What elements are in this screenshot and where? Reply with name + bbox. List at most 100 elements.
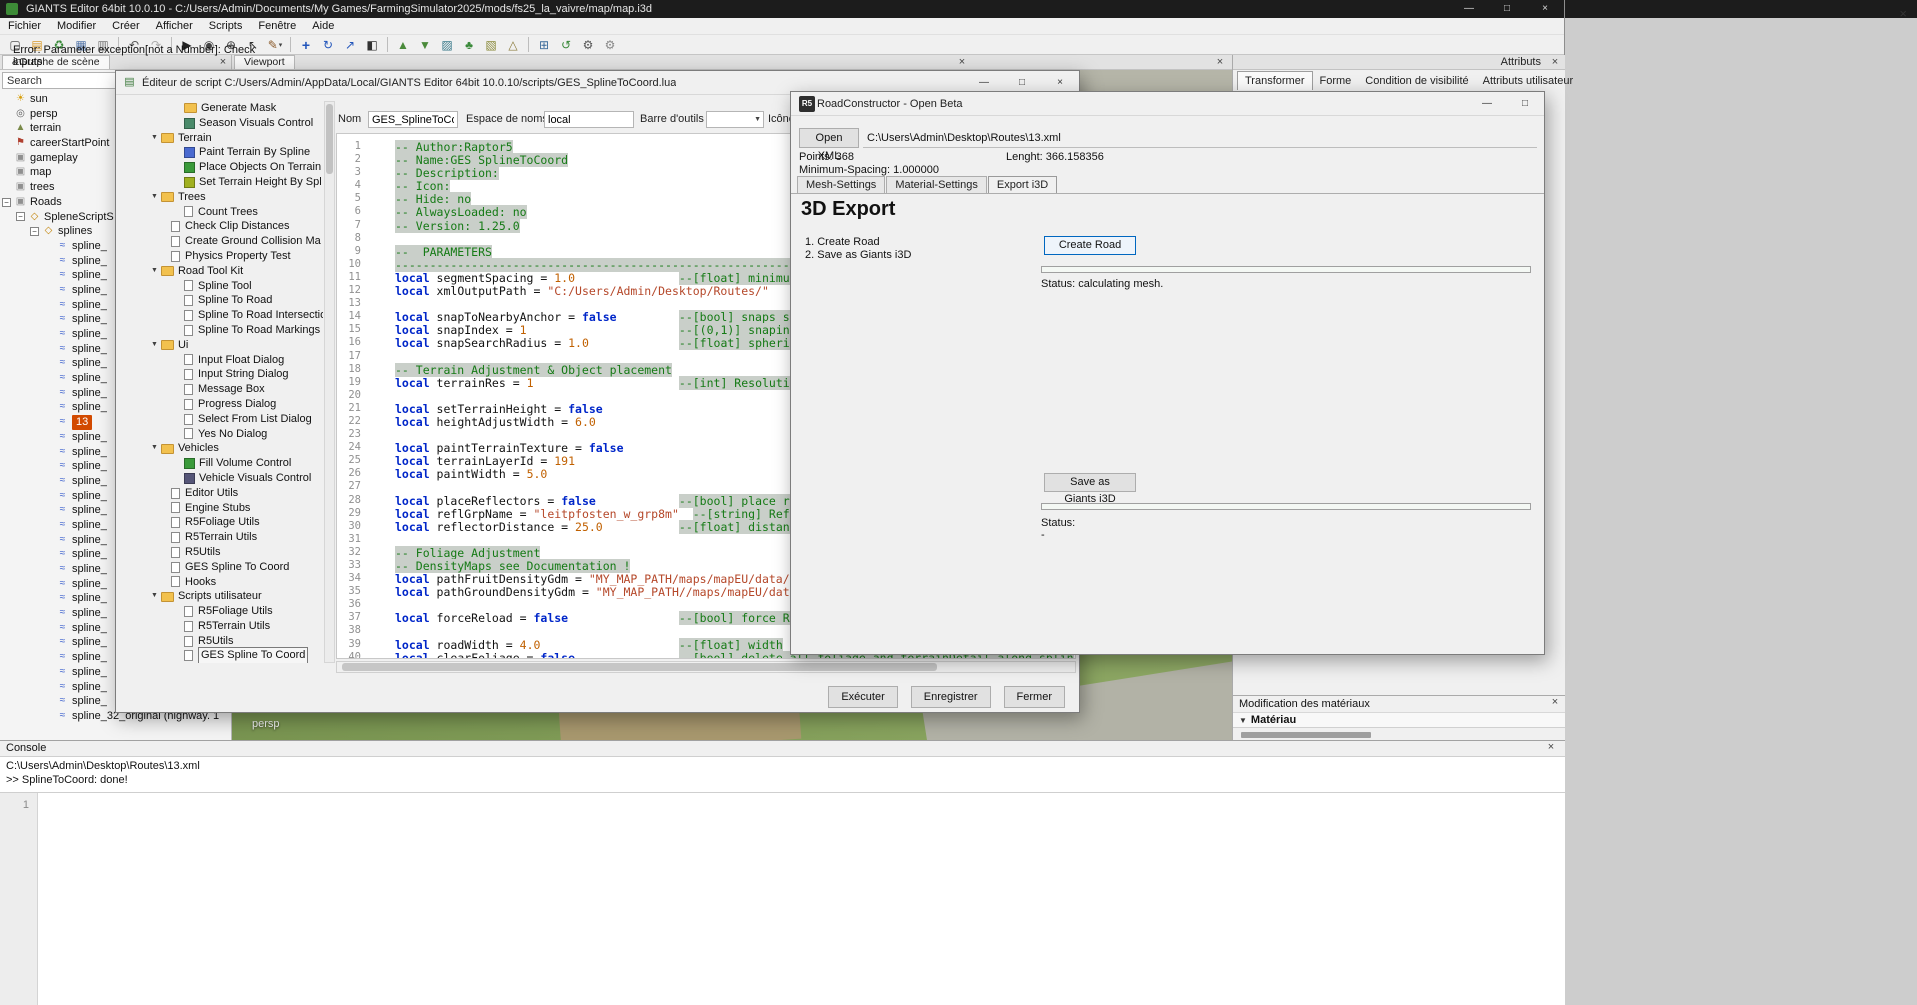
script-tree-item[interactable]: Yes No Dialog [121, 427, 323, 442]
toolbar-dropdown[interactable]: ▼ [706, 111, 764, 128]
close-icon[interactable]: × [1545, 741, 1557, 753]
script-tree-item[interactable]: Set Terrain Height By Spl [121, 175, 323, 190]
tab-attributs-utilisateur[interactable]: Attributs utilisateur [1476, 72, 1580, 90]
script-tree-item[interactable]: R5Foliage Utils [121, 604, 323, 619]
script-tree-item[interactable]: ▼Vehicles [121, 441, 323, 456]
menu-aide[interactable]: Aide [304, 18, 342, 35]
window-titlebar[interactable]: GIANTS Editor 64bit 10.0.10 - C:/Users/A… [0, 0, 1564, 18]
script-tree-item[interactable]: ▼Trees [121, 190, 323, 205]
script-tree-scrollbar[interactable] [324, 101, 335, 663]
tab-forme[interactable]: Forme [1313, 72, 1359, 90]
script-tree-item[interactable]: Generate Mask [121, 101, 323, 116]
material-section-header[interactable]: ▼Matériau [1233, 712, 1565, 728]
terrain-paint-icon[interactable]: ▨ [437, 36, 457, 54]
info-layer-icon[interactable]: ⊞ [534, 36, 554, 54]
fermer-button[interactable]: Fermer [1004, 686, 1065, 708]
expanded-arrow-icon[interactable]: ▼ [151, 441, 158, 456]
script-tree-item[interactable]: R5Utils [121, 634, 323, 649]
menu-fichier[interactable]: Fichier [0, 18, 49, 35]
script-tree-item[interactable]: Hooks [121, 575, 323, 590]
rotate-tool-icon[interactable]: ↻ [318, 36, 338, 54]
local-global-toggle-icon[interactable]: ◧ [362, 36, 382, 54]
script-tree-item[interactable]: ▼Road Tool Kit [121, 264, 323, 279]
minimize-icon[interactable]: — [1468, 92, 1506, 116]
script-tree-item[interactable]: Editor Utils [121, 486, 323, 501]
console-input-area[interactable]: 1 [0, 793, 1565, 1005]
scale-tool-icon[interactable]: ↗ [340, 36, 360, 54]
script-tree-item[interactable]: Physics Property Test [121, 249, 323, 264]
create-road-button[interactable]: Create Road [1044, 236, 1136, 255]
script-tree-item[interactable]: R5Utils [121, 545, 323, 560]
chevron-down-icon[interactable]: ▾ [279, 41, 283, 49]
script-tree-item[interactable]: ▼Scripts utilisateur [121, 589, 323, 604]
namespace-field[interactable] [544, 111, 634, 128]
menu-scripts[interactable]: Scripts [201, 18, 251, 35]
expanded-arrow-icon[interactable]: ▼ [151, 190, 158, 205]
executer-button[interactable]: Exécuter [828, 686, 897, 708]
foliage-paint-icon[interactable]: ♣ [459, 36, 479, 54]
terrain-height-icon[interactable]: △ [503, 36, 523, 54]
script-tree-item[interactable]: Spline To Road Intersection [121, 308, 323, 323]
road-constructor-titlebar[interactable]: R5 RoadConstructor - Open Beta — □ [791, 92, 1544, 116]
script-tree-item[interactable]: GES Spline To Coord [121, 560, 323, 575]
script-tree-item[interactable]: R5Terrain Utils [121, 619, 323, 634]
script-tree-item[interactable]: ▼Terrain [121, 131, 323, 146]
script-tree-item[interactable]: GES Spline To Coord [121, 648, 323, 663]
script-tree-item[interactable]: Create Ground Collision Ma [121, 234, 323, 249]
menu-fenetre[interactable]: Fenêtre [250, 18, 304, 35]
script-tree-item[interactable]: R5Terrain Utils [121, 530, 323, 545]
expanded-arrow-icon[interactable]: ▼ [151, 264, 158, 279]
script-tree-item[interactable]: Spline To Road Markings [121, 323, 323, 338]
script-tree-item[interactable]: Engine Stubs [121, 501, 323, 516]
script-tree-item[interactable]: Input Float Dialog [121, 353, 323, 368]
expanded-arrow-icon[interactable]: ▼ [151, 589, 158, 604]
script-tree-item[interactable]: Paint Terrain By Spline [121, 145, 323, 160]
script-tree-item[interactable]: Message Box [121, 382, 323, 397]
enregistrer-button[interactable]: Enregistrer [911, 686, 991, 708]
save-as-giants-i3d-button[interactable]: Save as Giants i3D [1044, 473, 1136, 492]
script-tree-item[interactable]: Season Visuals Control [121, 116, 323, 131]
script-tree-item[interactable]: R5Foliage Utils [121, 515, 323, 530]
script-name-field[interactable] [368, 111, 458, 128]
console-output[interactable]: C:\Users\Admin\Desktop\Routes\13.xml>> S… [0, 756, 1565, 793]
collapse-expander-icon[interactable]: − [16, 212, 25, 221]
close-icon[interactable]: × [1549, 56, 1561, 68]
tab-material-settings[interactable]: Material-Settings [886, 176, 987, 193]
terrain-detail-icon[interactable]: ▧ [481, 36, 501, 54]
preferences-gear-icon[interactable]: ⚙ [600, 36, 620, 54]
minimize-icon[interactable]: — [1450, 0, 1488, 18]
close-icon[interactable]: × [1899, 6, 1907, 21]
close-icon[interactable]: × [1214, 56, 1226, 68]
code-horizontal-scrollbar[interactable] [336, 661, 1076, 673]
close-icon[interactable]: × [1526, 0, 1564, 18]
script-tree-item[interactable]: Input String Dialog [121, 367, 323, 382]
terrain-raise-icon[interactable]: ▲ [393, 36, 413, 54]
script-tree-item[interactable]: Place Objects On Terrain [121, 160, 323, 175]
script-tree-item[interactable]: Spline To Road [121, 293, 323, 308]
scrollbar-thumb[interactable] [326, 104, 333, 174]
close-icon[interactable]: × [1549, 696, 1561, 708]
maximize-icon[interactable]: □ [1488, 0, 1526, 18]
brush-icon[interactable]: ✎▾ [265, 36, 285, 54]
tab-condition-de-visibilite[interactable]: Condition de visibilité [1358, 72, 1475, 90]
script-tree-item[interactable]: Progress Dialog [121, 397, 323, 412]
expanded-arrow-icon[interactable]: ▼ [151, 338, 158, 353]
script-tree-item[interactable]: Check Clip Distances [121, 219, 323, 234]
expanded-arrow-icon[interactable]: ▼ [151, 131, 158, 146]
terrain-lower-icon[interactable]: ▼ [415, 36, 435, 54]
menu-modifier[interactable]: Modifier [49, 18, 104, 35]
menu-afficher[interactable]: Afficher [148, 18, 201, 35]
scrollbar-thumb[interactable] [342, 663, 937, 671]
tab-transformer[interactable]: Transformer [1237, 71, 1313, 90]
script-tree-item[interactable]: ▼Ui [121, 338, 323, 353]
close-icon[interactable]: × [956, 56, 968, 68]
move-tool-icon[interactable]: + [296, 36, 316, 54]
collapse-expander-icon[interactable]: − [30, 227, 39, 236]
settings-gear-icon[interactable]: ⚙ [578, 36, 598, 54]
script-tree-item[interactable]: Select From List Dialog [121, 412, 323, 427]
xml-path-field[interactable]: C:\Users\Admin\Desktop\Routes\13.xml [863, 128, 1537, 148]
tab-mesh-settings[interactable]: Mesh-Settings [797, 176, 885, 193]
menu-creer[interactable]: Créer [104, 18, 148, 35]
tab-export-i3d[interactable]: Export i3D [988, 176, 1057, 193]
script-tree-item[interactable]: Spline Tool [121, 279, 323, 294]
